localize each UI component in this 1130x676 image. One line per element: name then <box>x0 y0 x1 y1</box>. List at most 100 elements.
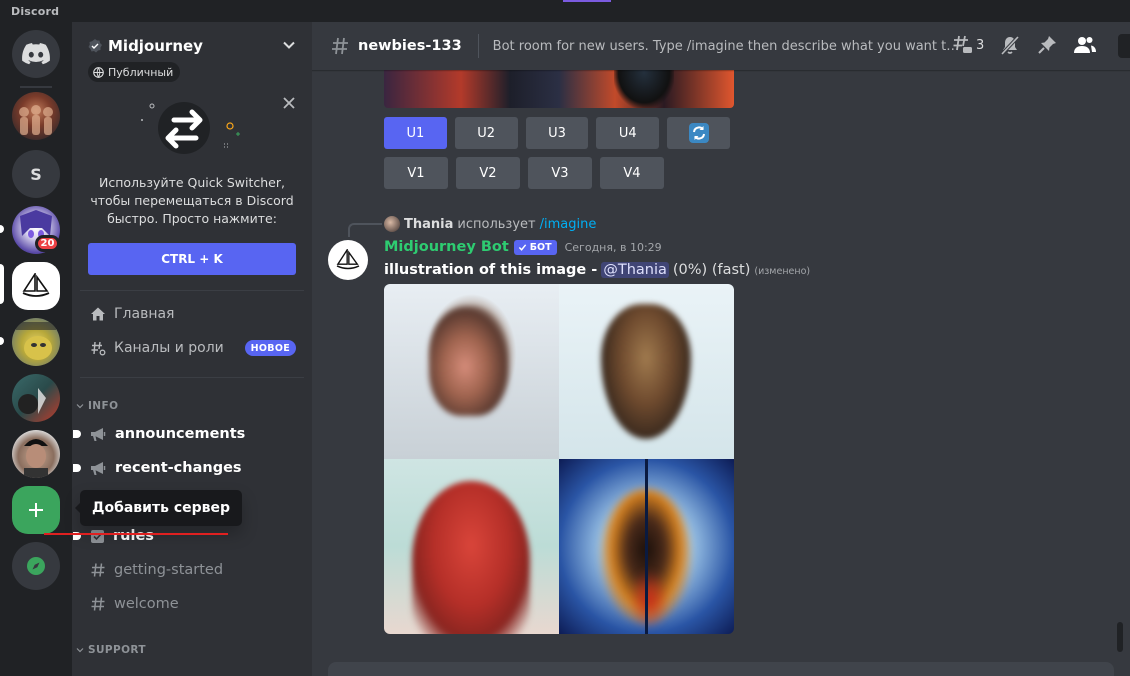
reply-text: использует <box>457 216 536 232</box>
grid-image-2 <box>559 284 734 459</box>
add-server-button[interactable] <box>12 486 60 534</box>
plus-icon <box>29 503 43 517</box>
server-avatar-1[interactable] <box>12 92 60 140</box>
channel-sidebar: Midjourney Публичный Используйте Quick S… <box>72 22 312 676</box>
quick-switcher-text: Используйте Quick Switcher, чтобы переме… <box>90 175 294 226</box>
app-brand: Discord <box>11 5 60 18</box>
reply-command[interactable]: /imagine <box>540 217 597 232</box>
server-midjourney[interactable] <box>12 262 60 310</box>
message-author[interactable]: Midjourney Bot <box>384 239 509 255</box>
scrollbar-thumb[interactable] <box>1117 622 1123 652</box>
threads-button[interactable]: 3 <box>952 34 984 56</box>
reply-context[interactable]: Thania использует /imagine <box>384 216 596 232</box>
bot-tag: БОТ <box>513 239 557 255</box>
message-header: Midjourney Bot БОТ Сегодня, в 10:29 <box>384 239 662 255</box>
v1-button[interactable]: V1 <box>384 157 448 189</box>
bell-slash-icon <box>1001 35 1020 56</box>
channel-welcome[interactable]: welcome <box>80 588 304 620</box>
u1-button[interactable]: U1 <box>384 117 447 149</box>
message-prompt: illustration of this image - <box>384 262 598 278</box>
channels-roles-icon <box>91 341 106 356</box>
channel-title: newbies-133 <box>358 38 462 54</box>
pinned-messages-button[interactable] <box>1036 34 1058 56</box>
server-s[interactable]: S <box>12 150 60 198</box>
category-support[interactable]: SUPPORT <box>76 644 146 656</box>
category-info-label: INFO <box>88 400 119 412</box>
refresh-icon <box>688 123 709 143</box>
chat-area: newbies-133 Bot room for new users. Type… <box>312 22 1130 676</box>
mention-badge: 20 <box>35 235 60 252</box>
channel-name: welcome <box>114 596 179 612</box>
channel-topic[interactable]: Bot room for new users. Type /imagine th… <box>493 39 961 54</box>
u2-button[interactable]: U2 <box>454 117 518 149</box>
message-composer[interactable] <box>328 662 1114 676</box>
server-meme[interactable] <box>12 318 60 366</box>
guild-name: Midjourney <box>108 37 203 55</box>
category-info[interactable]: INFO <box>76 400 118 412</box>
chevron-down-icon[interactable] <box>282 38 296 52</box>
header-separator <box>477 34 479 58</box>
bot-avatar[interactable] <box>328 240 368 280</box>
hashtag-icon <box>91 597 105 611</box>
reroll-button[interactable] <box>667 117 730 149</box>
close-icon[interactable] <box>282 96 296 110</box>
reply-user[interactable]: Thania <box>404 217 453 232</box>
public-tag: Публичный <box>88 62 181 82</box>
header-toolbar: 3 <box>952 34 1112 56</box>
explore-servers-button[interactable] <box>12 542 60 590</box>
message-content: illustration of this image - @Thania (0%… <box>384 262 810 278</box>
sidebar-divider <box>80 377 304 378</box>
upscale-buttons-row: U1 U2 U3 U4 <box>384 117 738 149</box>
channel-recent-changes[interactable]: recent-changes <box>73 452 304 484</box>
grid-image-3 <box>384 459 559 634</box>
member-list-button[interactable] <box>1073 34 1097 56</box>
sidebar-divider <box>80 290 304 291</box>
message-progress: (0%) (fast) <box>672 262 751 278</box>
channel-name: getting-started <box>114 562 224 578</box>
boat-icon <box>22 273 50 297</box>
add-server-tooltip: Добавить сервер <box>74 490 243 526</box>
variation-buttons-row: V1 V2 V3 V4 <box>384 157 738 189</box>
server-s-letter: S <box>30 164 42 184</box>
selected-pill <box>0 264 4 304</box>
edited-label: (изменено) <box>754 266 811 277</box>
channel-header: newbies-133 Bot room for new users. Type… <box>312 22 1130 70</box>
unread-pill <box>0 337 4 345</box>
swap-arrows-icon <box>141 102 240 154</box>
v2-button[interactable]: V2 <box>456 157 520 189</box>
rules-checkbox-icon <box>91 529 104 543</box>
server-man[interactable] <box>12 430 60 478</box>
bot-tag-label: БОТ <box>529 241 552 253</box>
channel-name: rules <box>113 528 154 544</box>
u3-button[interactable]: U3 <box>525 117 589 149</box>
home-button[interactable] <box>12 30 60 78</box>
server-dark[interactable] <box>12 374 60 422</box>
nav-home[interactable]: Главная <box>80 298 304 330</box>
members-icon <box>1074 37 1097 53</box>
message-timestamp: Сегодня, в 10:29 <box>564 240 662 254</box>
user-mention[interactable]: @Thania <box>601 262 669 278</box>
discord-logo-icon <box>22 43 50 65</box>
channel-announcements[interactable]: announcements <box>73 418 304 450</box>
channel-getting-started[interactable]: getting-started <box>80 554 304 586</box>
u4-button[interactable]: U4 <box>596 117 660 149</box>
verified-icon <box>88 39 102 53</box>
image-grid-attachment[interactable] <box>384 284 734 634</box>
search-input[interactable] <box>1118 34 1130 58</box>
quick-switcher-shortcut-button[interactable]: CTRL + K <box>88 243 296 275</box>
mute-channel-button[interactable] <box>999 34 1021 56</box>
pin-icon <box>1038 36 1057 54</box>
unread-indicator <box>73 430 81 438</box>
v3-button[interactable]: V3 <box>528 157 592 189</box>
chevron-down-icon <box>76 404 84 409</box>
server-avatar-icon <box>19 105 53 135</box>
v4-button[interactable]: V4 <box>600 157 664 189</box>
reply-avatar <box>384 216 400 232</box>
threads-icon <box>953 35 972 53</box>
chevron-down-icon <box>76 648 84 653</box>
nav-home-label: Главная <box>114 306 175 322</box>
new-badge: НОВОЕ <box>244 340 296 356</box>
boat-icon <box>336 249 360 270</box>
previous-image-preview[interactable] <box>384 64 734 108</box>
nav-channels-roles[interactable]: Каналы и роли НОВОЕ <box>80 332 304 364</box>
